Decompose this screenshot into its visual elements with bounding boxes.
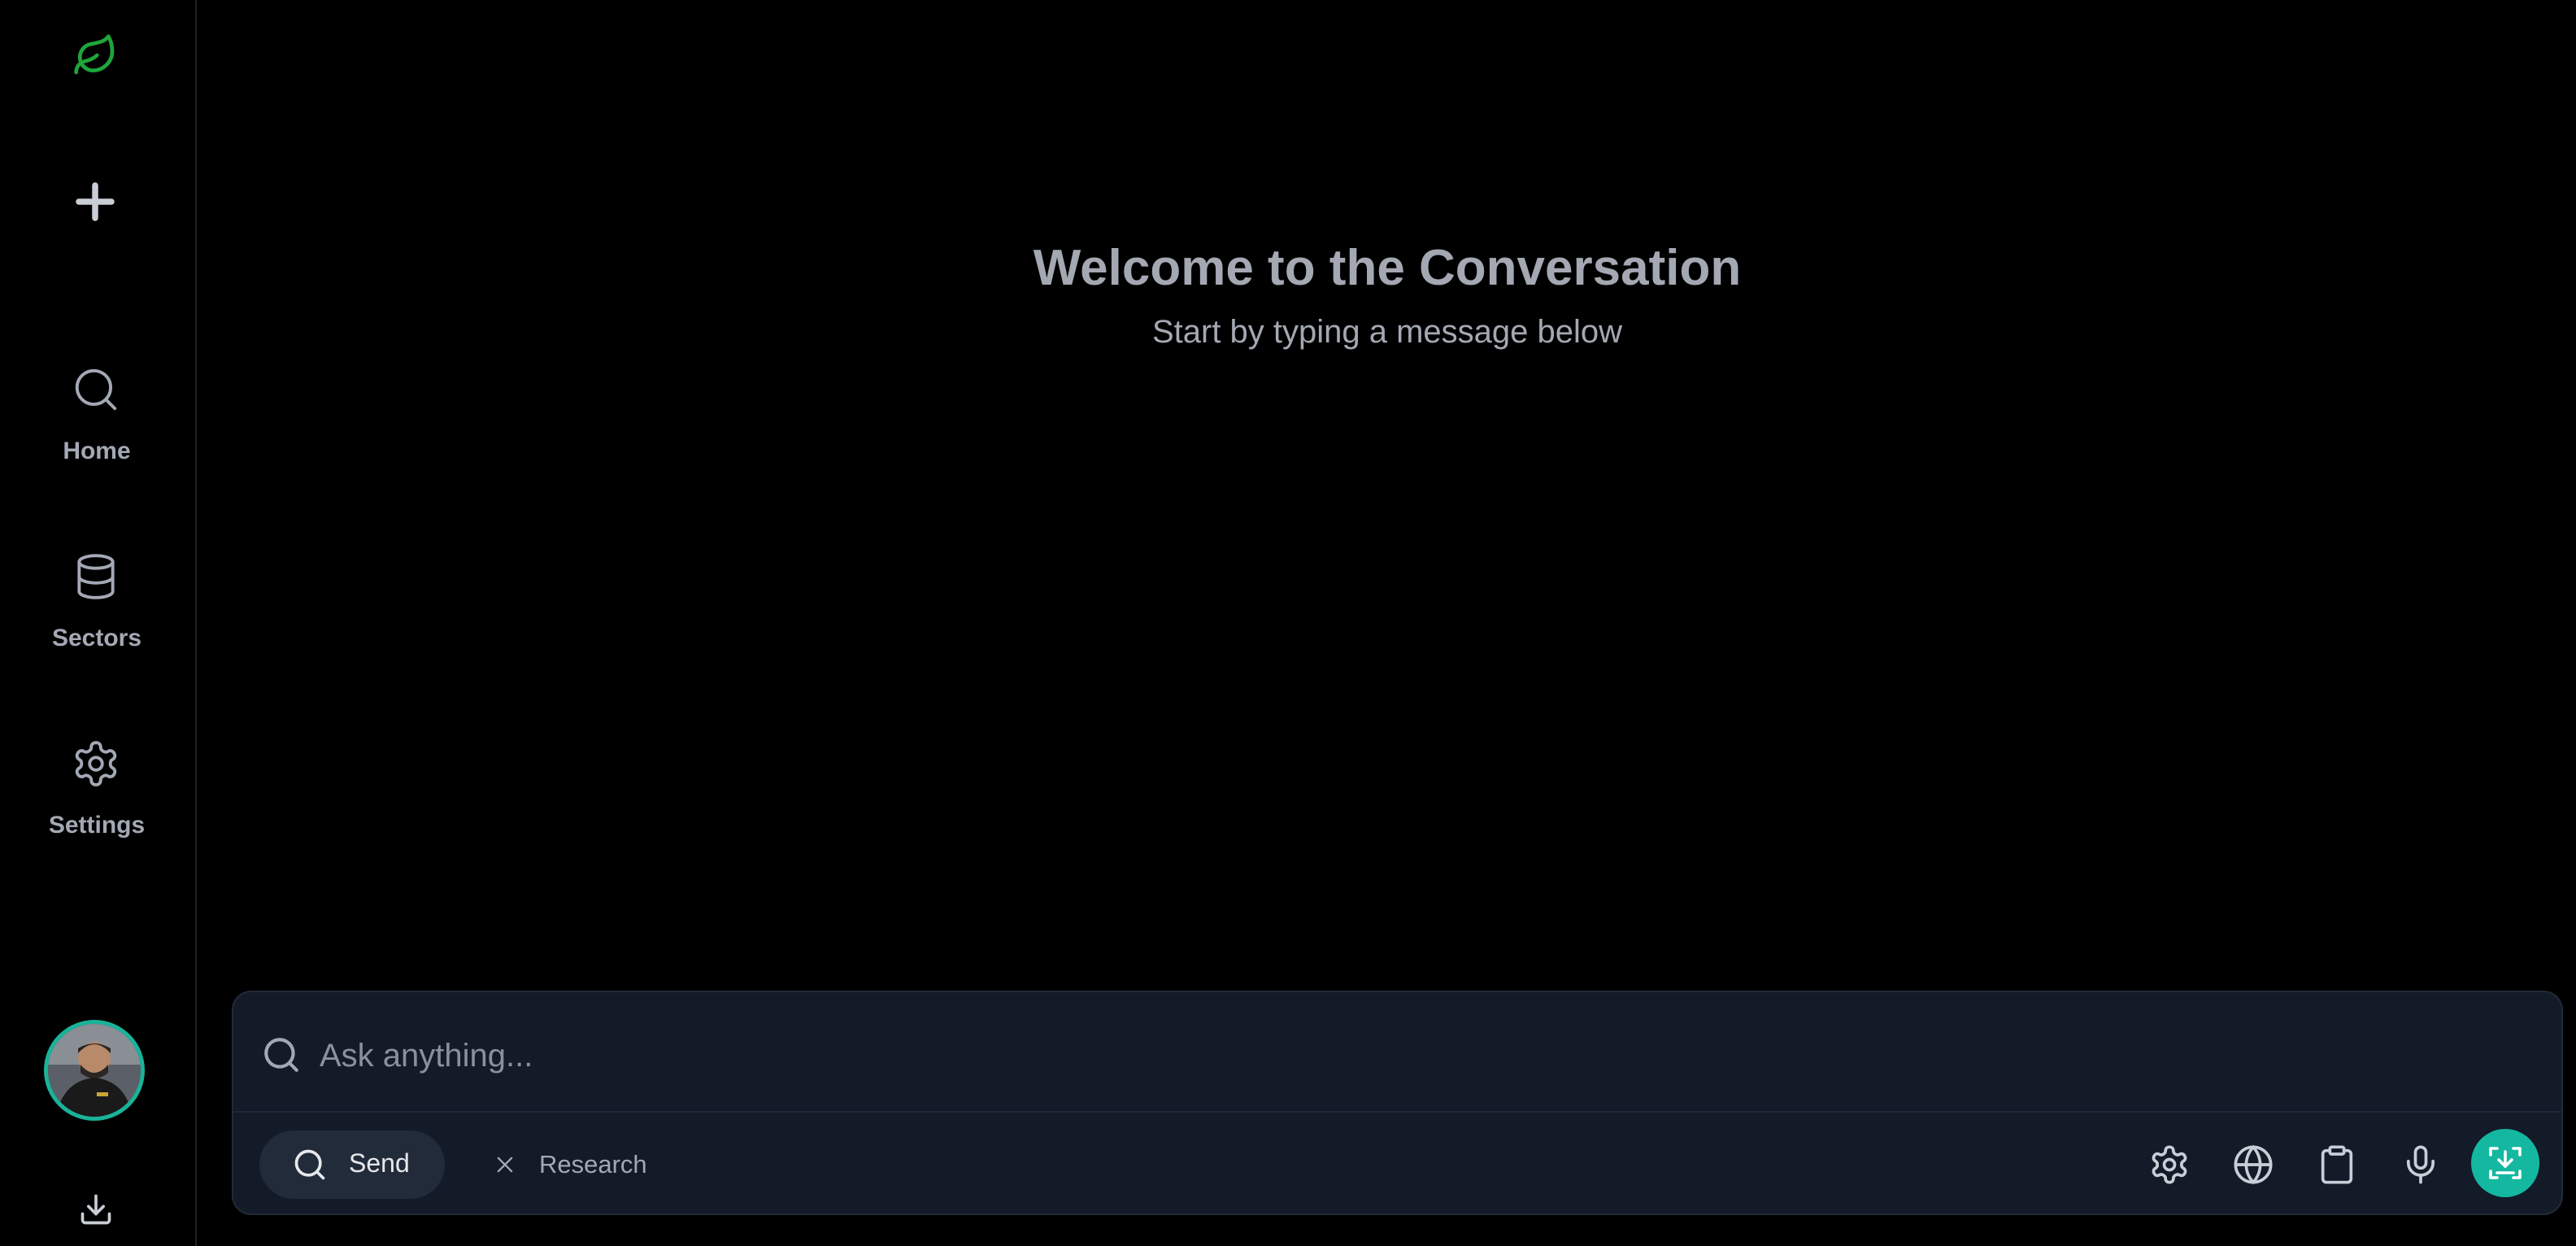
close-icon[interactable] [494,1153,516,1176]
research-label: Research [539,1150,647,1178]
download-icon[interactable] [78,1192,114,1227]
ask-input[interactable] [318,1025,2435,1087]
focus-icon [2489,1147,2522,1179]
sidebar: Home Sectors Settings [0,0,197,1246]
sidebar-item-settings[interactable]: Settings [0,738,194,877]
focus-action-button[interactable] [2471,1129,2539,1197]
research-toggle[interactable]: Research [494,1131,689,1199]
chat-composer: Send Research [232,991,2563,1215]
settings-gear-icon[interactable] [2148,1144,2191,1186]
page-subtitle: Start by typing a message below [1151,314,1623,350]
leaf-logo-icon[interactable] [72,33,118,78]
composer-divider [233,1111,2561,1113]
welcome-section: Welcome to the Conversation Start by typ… [198,236,2576,353]
search-icon [71,364,121,415]
clipboard-icon[interactable] [2316,1144,2358,1186]
microphone-icon[interactable] [2400,1144,2442,1186]
page-title: Welcome to the Conversation [1033,240,1742,296]
sidebar-item-sectors[interactable]: Sectors [0,551,194,690]
sidebar-item-home[interactable]: Home [0,364,194,503]
user-avatar[interactable] [44,1020,145,1121]
sidebar-item-label: Sectors [51,625,142,651]
new-chat-button[interactable] [71,177,120,226]
search-icon [261,1035,302,1075]
sidebar-item-label: Home [63,438,131,464]
gear-icon [71,738,121,789]
database-icon [71,551,121,602]
send-button[interactable]: Send [259,1131,445,1199]
search-icon [292,1147,328,1183]
send-button-label: Send [349,1148,410,1178]
sidebar-item-label: Settings [48,812,146,839]
globe-icon[interactable] [2232,1144,2274,1186]
